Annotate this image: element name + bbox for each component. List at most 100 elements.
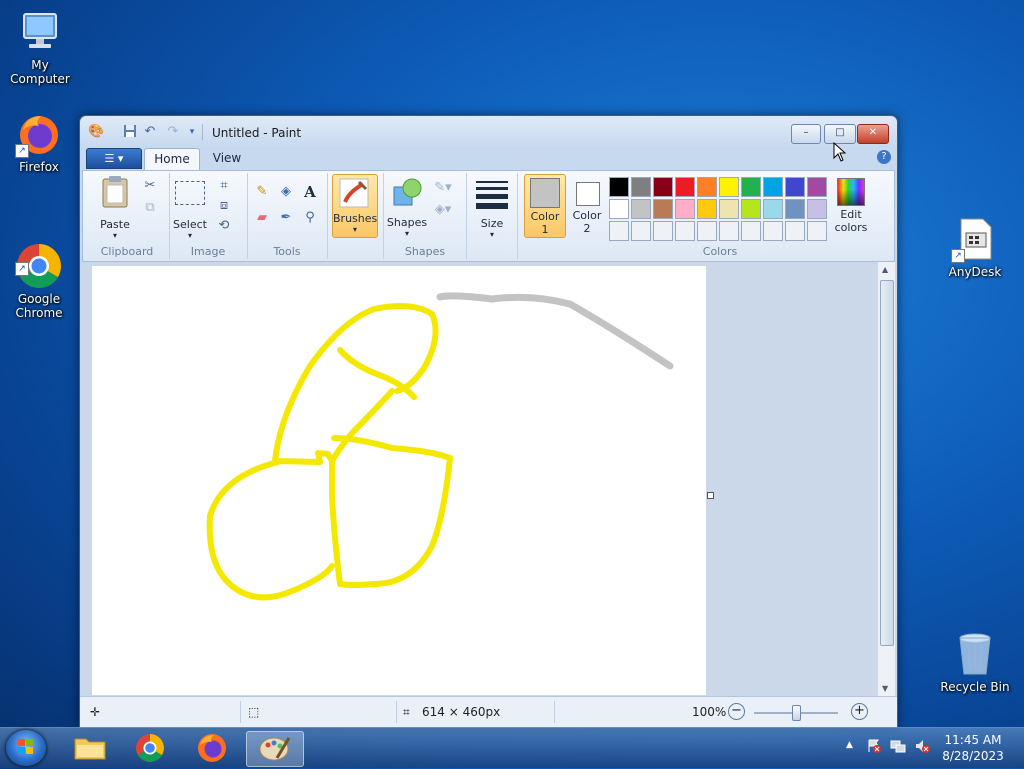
tab-view[interactable]: View — [204, 148, 250, 169]
eraser-icon[interactable]: ▰ — [253, 209, 271, 227]
cut-icon[interactable]: ✂ — [141, 177, 159, 195]
paste-button[interactable]: Paste — [89, 218, 141, 231]
desktop-icon-anydesk[interactable]: ↗ AnyDesk — [935, 215, 1015, 279]
clipboard-group: Paste ▾ ✂ ⧉ Clipboard — [85, 173, 170, 259]
zoom-slider[interactable] — [754, 705, 838, 721]
palette-color-swatch[interactable] — [807, 177, 827, 197]
palette-custom-slot[interactable] — [719, 221, 739, 241]
clipboard-group-label: Clipboard — [100, 245, 154, 258]
palette-color-swatch[interactable] — [807, 199, 827, 219]
select-button[interactable]: Select — [169, 218, 211, 231]
palette-custom-slot[interactable] — [763, 221, 783, 241]
maximize-button[interactable]: □ — [824, 124, 856, 144]
show-hidden-icons[interactable]: ▲ — [846, 740, 853, 750]
palette-color-swatch[interactable] — [719, 199, 739, 219]
edit-colors-button[interactable]: Edit colors — [831, 174, 871, 236]
palette-color-swatch[interactable] — [763, 177, 783, 197]
palette-color-swatch[interactable] — [609, 177, 629, 197]
palette-color-swatch[interactable] — [785, 177, 805, 197]
scroll-up-icon[interactable]: ▲ — [882, 265, 888, 274]
title-bar[interactable]: 🎨 ↶ ↷ ▾ Untitled - Paint – □ ✕ — [80, 116, 897, 146]
tools-group: ✎ ◈ A ▰ ✒ ⚲ Tools — [247, 173, 328, 259]
palette-color-swatch[interactable] — [631, 177, 651, 197]
redo-icon[interactable]: ↷ — [165, 124, 181, 140]
taskbar-explorer[interactable] — [62, 731, 118, 765]
palette-color-swatch[interactable] — [697, 177, 717, 197]
customize-toolbar-icon[interactable]: ▾ — [184, 124, 200, 140]
scrollbar-thumb[interactable] — [880, 280, 894, 646]
desktop-icon-chrome[interactable]: ↗ Google Chrome — [0, 214, 79, 334]
outline-icon[interactable]: ✎▾ — [434, 179, 452, 197]
paste-dropdown-icon[interactable]: ▾ — [109, 231, 121, 240]
volume-muted-icon[interactable] — [914, 738, 930, 754]
desktop-icon-my-computer[interactable]: My Computer — [0, 8, 80, 86]
palette-color-swatch[interactable] — [675, 199, 695, 219]
paint-menu-button[interactable]: ☰ ▾ — [86, 148, 142, 169]
palette-color-swatch[interactable] — [631, 199, 651, 219]
canvas-drawing — [206, 292, 674, 601]
action-center-icon[interactable] — [866, 738, 882, 754]
color-picker-icon[interactable]: ✒ — [277, 209, 295, 227]
palette-color-swatch[interactable] — [741, 177, 761, 197]
crop-icon[interactable]: ⌗ — [215, 177, 233, 195]
clock-date[interactable]: 8/28/2023 — [938, 749, 1008, 763]
magnifier-icon[interactable]: ⚲ — [301, 209, 319, 227]
palette-color-swatch[interactable] — [785, 199, 805, 219]
vertical-scrollbar[interactable]: ▲ ▼ — [877, 262, 895, 696]
desktop-icon-recycle-bin[interactable]: Recycle Bin — [935, 630, 1015, 694]
taskbar-chrome[interactable] — [122, 731, 178, 765]
palette-custom-slot[interactable] — [653, 221, 673, 241]
palette-color-swatch[interactable] — [719, 177, 739, 197]
tab-home[interactable]: Home — [144, 148, 200, 170]
minimize-button[interactable]: – — [791, 124, 821, 144]
palette-custom-slot[interactable] — [785, 221, 805, 241]
palette-custom-slot[interactable] — [631, 221, 651, 241]
drawing-canvas[interactable] — [92, 266, 706, 695]
clock-time[interactable]: 11:45 AM — [938, 733, 1008, 747]
scroll-down-icon[interactable]: ▼ — [882, 684, 888, 693]
palette-custom-slot[interactable] — [609, 221, 629, 241]
zoom-in-button[interactable]: + — [851, 703, 868, 720]
shape-fill-icon[interactable]: ◈▾ — [434, 201, 452, 219]
size-dropdown-icon[interactable]: ▾ — [486, 230, 498, 239]
palette-custom-slot[interactable] — [741, 221, 761, 241]
help-icon[interactable]: ? — [877, 150, 891, 164]
undo-icon[interactable]: ↶ — [142, 124, 158, 140]
palette-color-swatch[interactable] — [653, 199, 673, 219]
palette-custom-slot[interactable] — [697, 221, 717, 241]
color1-button[interactable]: Color 1 — [524, 174, 566, 238]
zoom-out-button[interactable]: − — [728, 703, 745, 720]
palette-color-swatch[interactable] — [697, 199, 717, 219]
taskbar-paint[interactable] — [246, 731, 304, 767]
palette-custom-slot[interactable] — [807, 221, 827, 241]
pencil-icon[interactable]: ✎ — [253, 183, 271, 201]
color1-label: Color — [530, 210, 560, 223]
text-tool-icon[interactable]: A — [301, 183, 319, 201]
save-icon[interactable] — [122, 124, 138, 140]
palette-color-swatch[interactable] — [653, 177, 673, 197]
close-button[interactable]: ✕ — [857, 124, 889, 144]
color2-button[interactable]: Color 2 — [567, 174, 607, 236]
palette-color-swatch[interactable] — [609, 199, 629, 219]
copy-icon[interactable]: ⧉ — [141, 199, 159, 217]
resize-icon[interactable]: ⧈ — [215, 197, 233, 215]
palette-color-swatch[interactable] — [741, 199, 761, 219]
size-button[interactable]: Size — [467, 217, 517, 230]
palette-color-swatch[interactable] — [763, 199, 783, 219]
canvas-resize-handle[interactable] — [707, 492, 714, 499]
shapes-dropdown-icon[interactable]: ▾ — [401, 229, 413, 238]
shapes-button[interactable]: Shapes — [386, 216, 428, 229]
fill-icon[interactable]: ◈ — [277, 183, 295, 201]
start-button[interactable] — [6, 730, 46, 766]
rotate-icon[interactable]: ⟲ — [215, 217, 233, 235]
select-dropdown-icon[interactable]: ▾ — [184, 231, 196, 240]
palette-color-swatch[interactable] — [675, 177, 695, 197]
desktop-icon-firefox[interactable]: ↗ Firefox — [0, 110, 79, 174]
palette-custom-slot[interactable] — [675, 221, 695, 241]
size-group[interactable]: Size ▾ — [467, 173, 518, 259]
brushes-button[interactable]: Brushes ▾ — [332, 174, 378, 238]
taskbar-firefox[interactable] — [184, 731, 240, 765]
network-icon[interactable] — [890, 738, 906, 754]
zoom-slider-thumb[interactable] — [792, 705, 801, 721]
paint-app-icon[interactable]: 🎨 — [88, 124, 104, 140]
